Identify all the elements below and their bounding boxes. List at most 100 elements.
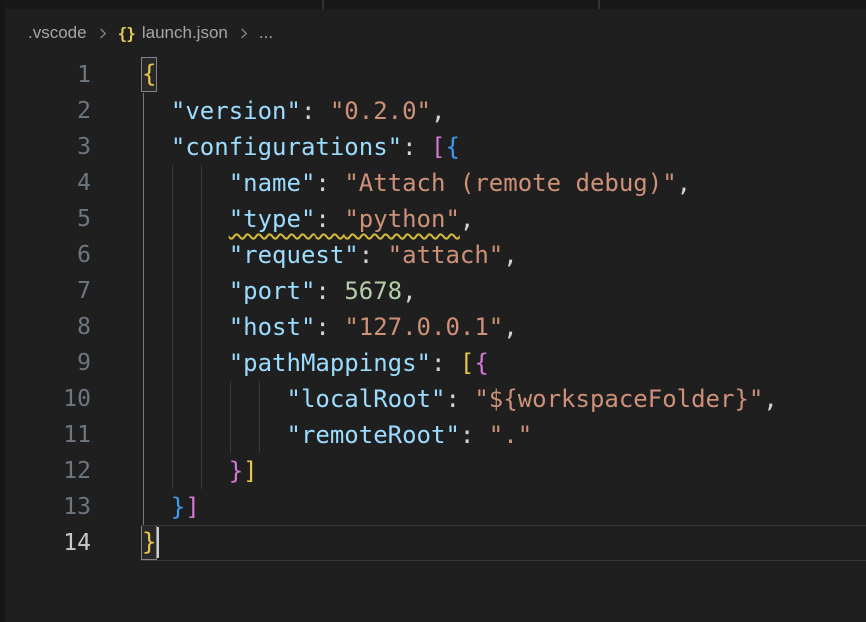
token: [142, 277, 229, 305]
vscode-editor-window: .vscode {} launch.json ... 1{2 "version"…: [0, 0, 866, 622]
code-lines: 1{2 "version": "0.2.0",3 "configurations…: [5, 57, 866, 561]
token: :: [315, 205, 344, 233]
code-text: {: [142, 57, 156, 93]
code-text: "configurations": [{: [142, 129, 460, 165]
code-text: "remoteRoot": ".": [142, 417, 532, 453]
token: ,: [402, 277, 416, 305]
token: ]: [243, 457, 257, 485]
chevron-right-icon: [95, 26, 110, 41]
matched-bracket: {: [142, 58, 156, 91]
token: ,: [503, 241, 517, 269]
token: "Attach (remote debug)": [344, 169, 676, 197]
code-line-9[interactable]: 9 "pathMappings": [{: [5, 345, 866, 381]
tab-separator: [598, 0, 600, 9]
line-number[interactable]: 12: [5, 453, 91, 489]
breadcrumb-item-folder[interactable]: .vscode: [28, 23, 87, 43]
code-line-2[interactable]: 2 "version": "0.2.0",: [5, 93, 866, 129]
token: [142, 205, 229, 233]
chevron-right-icon: [236, 26, 251, 41]
token: [142, 133, 171, 161]
token: "request": [229, 241, 359, 269]
code-text: "request": "attach",: [142, 237, 518, 273]
code-text: "localRoot": "${workspaceFolder}",: [142, 381, 778, 417]
token: [142, 313, 229, 341]
breadcrumb-item-symbol-overflow[interactable]: ...: [259, 23, 273, 43]
line-number[interactable]: 10: [5, 381, 91, 417]
token: [142, 349, 229, 377]
code-line-4[interactable]: 4 "name": "Attach (remote debug)",: [5, 165, 866, 201]
token: }: [171, 493, 185, 521]
code-text: "name": "Attach (remote debug)",: [142, 165, 691, 201]
token: ]: [185, 493, 199, 521]
token: {: [474, 349, 488, 377]
tab-separator: [322, 0, 324, 9]
line-number[interactable]: 9: [5, 345, 91, 381]
token: "${workspaceFolder}": [474, 385, 763, 413]
code-line-8[interactable]: 8 "host": "127.0.0.1",: [5, 309, 866, 345]
token: "attach": [388, 241, 504, 269]
line-number[interactable]: 1: [5, 57, 91, 93]
line-number[interactable]: 2: [5, 93, 91, 129]
code-text: "pathMappings": [{: [142, 345, 489, 381]
token: "python": [344, 205, 460, 233]
line-number[interactable]: 14: [5, 525, 91, 561]
token: "version": [171, 97, 301, 125]
line-number[interactable]: 5: [5, 201, 91, 237]
token: :: [460, 421, 489, 449]
token: [: [431, 133, 445, 161]
code-line-10[interactable]: 10 "localRoot": "${workspaceFolder}",: [5, 381, 866, 417]
code-text: "port": 5678,: [142, 273, 417, 309]
token: 5678: [344, 277, 402, 305]
token: [142, 169, 229, 197]
breadcrumb: .vscode {} launch.json ...: [0, 9, 866, 57]
line-number[interactable]: 8: [5, 309, 91, 345]
code-text: "host": "127.0.0.1",: [142, 309, 518, 345]
token: :: [315, 277, 344, 305]
token: "port": [229, 277, 316, 305]
line-number[interactable]: 3: [5, 129, 91, 165]
token: ,: [431, 97, 445, 125]
breadcrumb-item-file[interactable]: launch.json: [142, 23, 228, 43]
token: :: [315, 169, 344, 197]
code-line-5[interactable]: 5 "type": "python",: [5, 201, 866, 237]
token: :: [315, 313, 344, 341]
code-line-7[interactable]: 7 "port": 5678,: [5, 273, 866, 309]
token: ,: [763, 385, 777, 413]
line-number[interactable]: 11: [5, 417, 91, 453]
token: :: [445, 385, 474, 413]
token: "127.0.0.1": [344, 313, 503, 341]
token: ".": [489, 421, 532, 449]
line-number[interactable]: 6: [5, 237, 91, 273]
text-cursor: [157, 527, 159, 558]
token: {: [445, 133, 459, 161]
json-file-icon: {}: [118, 24, 135, 43]
token: ,: [677, 169, 691, 197]
token: "name": [229, 169, 316, 197]
code-line-11[interactable]: 11 "remoteRoot": ".": [5, 417, 866, 453]
token: "host": [229, 313, 316, 341]
code-line-12[interactable]: 12 }]: [5, 453, 866, 489]
line-number[interactable]: 7: [5, 273, 91, 309]
token: [142, 241, 229, 269]
code-line-3[interactable]: 3 "configurations": [{: [5, 129, 866, 165]
token: "remoteRoot": [287, 421, 460, 449]
code-line-14[interactable]: 14}: [5, 525, 866, 561]
matched-bracket: }: [142, 526, 156, 559]
token: [142, 385, 287, 413]
code-line-1[interactable]: 1{: [5, 57, 866, 93]
code-editor[interactable]: 1{2 "version": "0.2.0",3 "configurations…: [0, 57, 866, 622]
token: :: [359, 241, 388, 269]
line-number[interactable]: 4: [5, 165, 91, 201]
code-text: }]: [142, 453, 258, 489]
token: }: [229, 457, 243, 485]
line-number[interactable]: 13: [5, 489, 91, 525]
token: [142, 97, 171, 125]
code-line-13[interactable]: 13 }]: [5, 489, 866, 525]
code-text: "version": "0.2.0",: [142, 93, 445, 129]
code-line-6[interactable]: 6 "request": "attach",: [5, 237, 866, 273]
token: "localRoot": [287, 385, 446, 413]
code-text: "type": "python",: [142, 201, 474, 237]
token: "0.2.0": [330, 97, 431, 125]
token: "configurations": [171, 133, 402, 161]
token: :: [431, 349, 460, 377]
